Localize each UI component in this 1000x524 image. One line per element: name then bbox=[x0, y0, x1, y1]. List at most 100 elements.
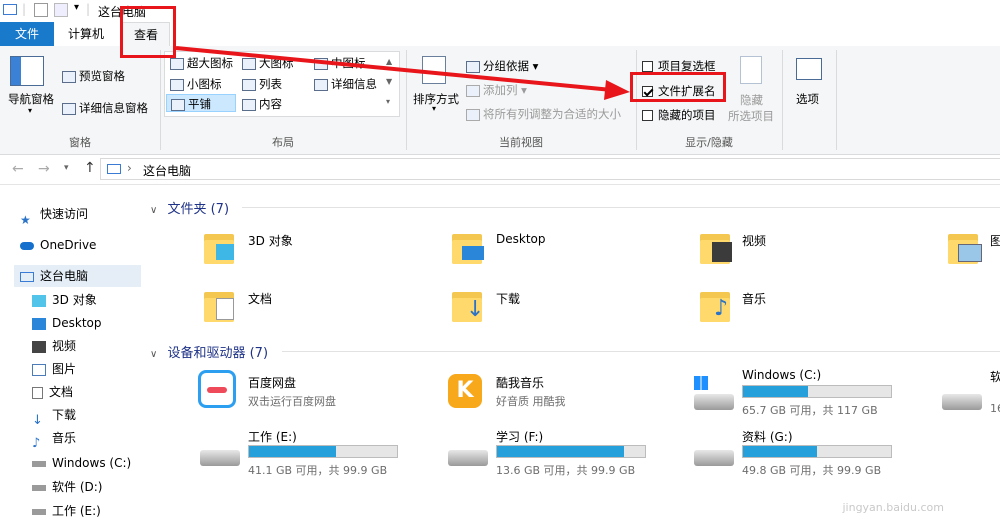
sort-chevron-down-icon[interactable]: ▾ bbox=[432, 104, 436, 113]
preview-pane-button[interactable]: 预览窗格 bbox=[62, 68, 125, 84]
folder-tile[interactable]: 图 bbox=[944, 226, 1000, 272]
collapse-chevron-icon[interactable]: ∨ bbox=[150, 205, 157, 216]
tab-computer[interactable]: 计算机 bbox=[58, 22, 114, 46]
film-icon bbox=[32, 340, 46, 353]
nav-item-this-pc[interactable]: 这台电脑 bbox=[14, 265, 141, 287]
back-arrow-icon[interactable]: ← bbox=[12, 161, 24, 177]
group-by-icon bbox=[466, 60, 480, 73]
properties-icon[interactable] bbox=[34, 3, 48, 17]
hide-selected-button-line1[interactable]: 隐藏 bbox=[740, 92, 763, 108]
drive-icon bbox=[32, 484, 46, 491]
layout-large-icons[interactable]: 大图标 bbox=[242, 55, 294, 71]
forward-arrow-icon[interactable]: → bbox=[38, 161, 50, 177]
device-tile-drive-g[interactable]: 资料 (G:) 49.8 GB 可用，共 99.9 GB bbox=[690, 426, 940, 478]
details-pane-button[interactable]: 详细信息窗格 bbox=[62, 100, 148, 116]
recent-locations-chevron-icon[interactable]: ▾ bbox=[64, 163, 69, 173]
fit-columns-button[interactable]: 将所有列调整为合适的大小 bbox=[466, 106, 621, 122]
folder-tile[interactable]: ↓ 下载 bbox=[448, 284, 678, 330]
computer-icon bbox=[107, 164, 121, 174]
quick-access-dropdown-icon[interactable]: ▾ bbox=[74, 2, 79, 13]
breadcrumb-this-pc[interactable]: 这台电脑 bbox=[143, 162, 191, 179]
tiles-icon bbox=[171, 98, 185, 111]
group-label-panes: 窗格 bbox=[69, 136, 91, 149]
breadcrumb-chevron-icon[interactable]: › bbox=[127, 161, 132, 175]
options-button[interactable]: 选项 bbox=[796, 91, 819, 107]
device-tile-kuwo-music[interactable]: K 酷我音乐 好音质 用酷我 bbox=[442, 368, 682, 414]
drive-icon bbox=[942, 394, 982, 410]
device-tile-drive-e[interactable]: 工作 (E:) 41.1 GB 可用，共 99.9 GB bbox=[194, 426, 444, 478]
layout-content[interactable]: 内容 bbox=[242, 96, 282, 112]
nav-item-pictures[interactable]: 图片 bbox=[32, 358, 76, 380]
folder-tile[interactable]: 3D 对象 bbox=[200, 226, 430, 272]
layout-details[interactable]: 详细信息 bbox=[314, 76, 377, 92]
up-arrow-icon[interactable]: ↑ bbox=[84, 160, 96, 176]
list-icon bbox=[242, 78, 256, 91]
new-folder-icon[interactable] bbox=[54, 3, 68, 17]
gallery-scroll-up-icon[interactable]: ▲ ▼ ▾ bbox=[386, 52, 392, 112]
nav-item-drive-c[interactable]: Windows (C:) bbox=[32, 452, 131, 474]
hidden-items-toggle[interactable]: 隐藏的项目 bbox=[642, 107, 716, 123]
device-tile-drive-d[interactable]: 软 16 bbox=[938, 366, 1000, 418]
music-note-icon: ♪ bbox=[32, 435, 41, 451]
navigation-pane-button[interactable]: 导航窗格 bbox=[8, 91, 54, 107]
device-tile-baidu-netdisk[interactable]: 百度网盘 双击运行百度网盘 bbox=[194, 368, 434, 414]
address-input[interactable]: › 这台电脑 bbox=[100, 158, 1000, 180]
hidden-items-checkbox[interactable] bbox=[642, 110, 653, 121]
layout-medium-icons[interactable]: 中图标 bbox=[314, 55, 366, 71]
drive-icon bbox=[694, 450, 734, 466]
folder-tile[interactable]: Desktop bbox=[448, 226, 678, 272]
nav-item-onedrive[interactable]: OneDrive bbox=[20, 234, 96, 256]
nav-item-music[interactable]: ♪ 音乐 bbox=[32, 427, 76, 451]
folder-tile[interactable]: ♪ 音乐 bbox=[696, 284, 926, 330]
sort-by-icon[interactable] bbox=[422, 56, 446, 84]
devices-section-header[interactable]: ∨ 设备和驱动器 (7) bbox=[150, 342, 1000, 362]
download-arrow-icon: ↓ bbox=[32, 412, 43, 428]
fit-columns-icon bbox=[466, 108, 480, 121]
collapse-chevron-icon[interactable]: ∨ bbox=[150, 349, 157, 360]
nav-item-documents[interactable]: 文档 bbox=[32, 381, 73, 403]
drive-icon bbox=[32, 460, 46, 467]
drive-icon bbox=[448, 450, 488, 466]
folder-icon bbox=[700, 230, 732, 264]
tab-file[interactable]: 文件 bbox=[0, 22, 54, 46]
folder-icon bbox=[948, 230, 982, 264]
small-icons-icon bbox=[170, 78, 184, 91]
ribbon: 导航窗格 ▾ 预览窗格 详细信息窗格 窗格 超大图标 大图标 中图标 小图标 列… bbox=[0, 46, 1000, 155]
drive-usage-bar bbox=[248, 445, 398, 458]
folders-section-header[interactable]: ∨ 文件夹 (7) bbox=[150, 198, 1000, 218]
device-tile-drive-c[interactable]: Windows (C:) 65.7 GB 可用，共 117 GB bbox=[690, 366, 940, 418]
drive-usage-fill bbox=[743, 386, 809, 397]
hide-selected-button-line2[interactable]: 所选项目 bbox=[728, 108, 774, 124]
nav-item-downloads[interactable]: ↓ 下载 bbox=[32, 404, 76, 428]
navigation-pane-icon[interactable] bbox=[10, 56, 44, 86]
layout-tiles[interactable]: 平铺 bbox=[166, 94, 236, 112]
extra-large-icons-icon bbox=[170, 57, 184, 70]
group-label-show-hide: 显示/隐藏 bbox=[685, 136, 733, 149]
layout-list[interactable]: 列表 bbox=[242, 76, 282, 92]
annotation-box-view-tab bbox=[120, 6, 176, 58]
nav-item-drive-e[interactable]: 工作 (E:) bbox=[32, 500, 101, 522]
group-by-button[interactable]: 分组依据 ▾ bbox=[466, 58, 538, 74]
folder-icon bbox=[204, 230, 234, 264]
drive-usage-fill bbox=[497, 446, 625, 457]
add-column-button[interactable]: 添加列 ▾ bbox=[466, 82, 527, 98]
layout-extra-large-icons[interactable]: 超大图标 bbox=[170, 55, 233, 71]
folder-tile[interactable]: 文档 bbox=[200, 284, 430, 330]
nav-item-3d-objects[interactable]: 3D 对象 bbox=[32, 289, 97, 311]
nav-item-videos[interactable]: 视频 bbox=[32, 335, 76, 357]
chevron-down-icon[interactable]: ▾ bbox=[28, 106, 32, 115]
hide-selected-icon[interactable] bbox=[740, 56, 762, 84]
computer-icon bbox=[3, 4, 17, 15]
large-icons-icon bbox=[242, 57, 256, 70]
device-tile-drive-f[interactable]: 学习 (F:) 13.6 GB 可用，共 99.9 GB bbox=[442, 426, 692, 478]
folder-tile[interactable]: 视频 bbox=[696, 226, 926, 272]
nav-item-desktop[interactable]: Desktop bbox=[32, 312, 102, 334]
drive-usage-bar bbox=[496, 445, 646, 458]
nav-item-quick-access[interactable]: ★ 快速访问 bbox=[20, 203, 88, 227]
drive-usage-fill bbox=[249, 446, 337, 457]
options-icon[interactable] bbox=[796, 58, 822, 80]
nav-item-drive-d[interactable]: 软件 (D:) bbox=[32, 476, 102, 498]
layout-small-icons[interactable]: 小图标 bbox=[170, 76, 222, 92]
group-label-current-view: 当前视图 bbox=[499, 136, 543, 149]
item-checkboxes-checkbox[interactable] bbox=[642, 61, 653, 72]
